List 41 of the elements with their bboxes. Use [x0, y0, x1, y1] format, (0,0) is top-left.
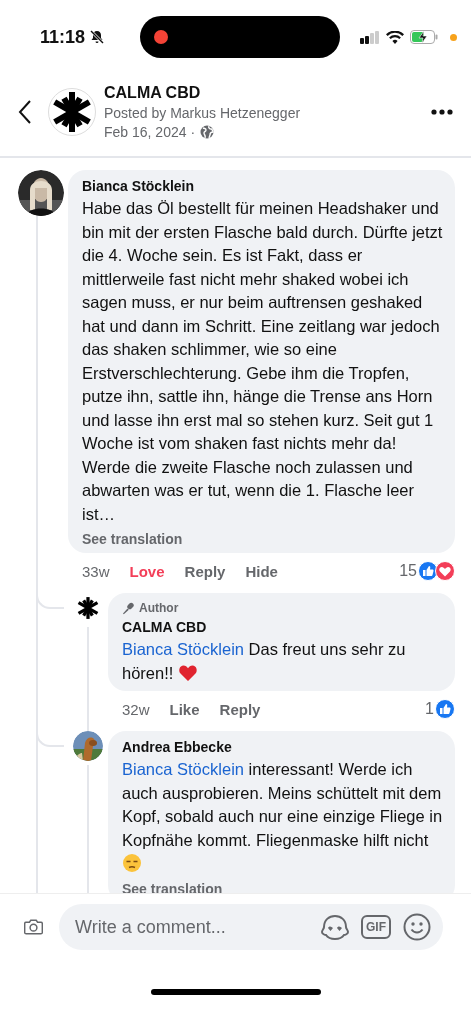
comment-input-field[interactable]: Write a comment... GIF	[59, 904, 443, 950]
post-date: Feb 16, 2024 ·	[104, 124, 196, 140]
clock-time: 11:18	[40, 26, 86, 48]
avatar-sticker-icon[interactable]	[321, 914, 349, 940]
asterisk-logo-icon	[50, 90, 94, 134]
comment-author[interactable]: CALMA CBD	[122, 619, 443, 635]
asterisk-logo-icon	[76, 596, 100, 620]
comment-author[interactable]: Andrea Ebbecke	[122, 739, 443, 755]
gif-button[interactable]: GIF	[361, 915, 391, 939]
comment-author[interactable]: Bianca Stöcklein	[82, 178, 443, 194]
comment-text: Habe das Öl bestellt für meinen Headshaker und bin mit der ersten Flasche bald durch. Dürfte jetzt die 4. Woche sein. Es ist Fakt, dass er mittlerweile fast nicht mehr shaked wobei ich sagen muss, er nur beim auftrensen geshaked hat und dann im Schritt. Eine zeitlang war jedoch das shaken schlimmer, wie so eine Erstverschlechterung. Gebe ihm die Tropfen, putze ihn, sattle ihn, hänge die Trense ans Horn und lasse ihn erst mal so stehen kurz. Seit gut 1 Woche ist vom shaken fast nichts mehr da! Werde die zweite Flasche noch zulassen und abwarten was er tut, wenn die 1. Flasche leer ist…	[82, 198, 443, 525]
reaction-count[interactable]: 1	[425, 700, 434, 718]
back-icon[interactable]	[18, 99, 32, 125]
reaction-action[interactable]: Reply	[184, 562, 226, 580]
thumbs-up-icon	[435, 699, 455, 719]
comment-text: Bianca Stöcklein Das freut uns sehr zu hören!!	[122, 639, 407, 685]
mention-link[interactable]: Bianca Stöcklein	[122, 760, 244, 778]
more-options-icon[interactable]	[431, 109, 453, 115]
reaction-action[interactable]: Like	[169, 700, 200, 718]
unamused-face-icon	[122, 853, 142, 873]
emoji-icon[interactable]	[403, 913, 431, 941]
see-translation-link[interactable]: See translation	[122, 880, 443, 893]
reaction-action[interactable]: Love	[129, 562, 165, 580]
mention-link[interactable]: Bianca Stöcklein	[122, 640, 244, 658]
page-name[interactable]: CALMA CBD	[104, 84, 431, 102]
privacy-dot-icon	[450, 33, 457, 41]
wifi-icon	[386, 30, 404, 44]
heart-reaction-icon	[435, 561, 455, 581]
globe-icon	[200, 125, 215, 139]
posted-by: Posted by Markus Hetzenegger	[104, 105, 302, 121]
comment-text: Bianca Stöcklein interessant! Werde ich auch ausprobieren. Meins schüttelt mit dem Kopf, sobald auch nur eine einzige Fliege in Kopfnähe kommt. Fliegenmaske hilft nicht	[122, 758, 443, 876]
reaction-action[interactable]: Reply	[219, 700, 261, 718]
signal-icon	[360, 30, 380, 44]
author-label: Author	[139, 601, 179, 615]
reaction-count[interactable]: 15	[399, 562, 417, 580]
comment-time: 33w	[82, 562, 110, 580]
microphone-icon	[122, 601, 135, 615]
see-translation-link[interactable]: See translation	[82, 531, 443, 547]
reaction-action[interactable]: Hide	[245, 562, 278, 580]
thumbs-up-icon	[418, 561, 438, 581]
comment-time: 32w	[122, 700, 150, 718]
